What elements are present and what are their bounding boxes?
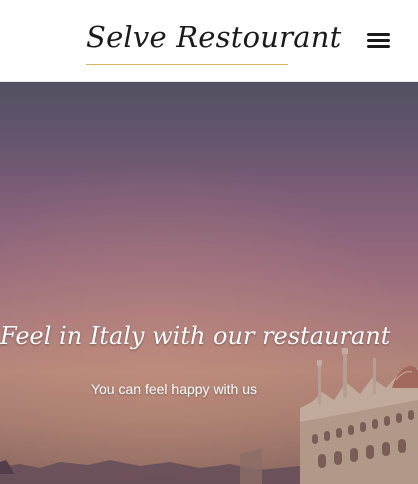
- logo-text: Selve Restourant: [86, 20, 342, 54]
- hero-title: Feel in Italy with our restaurant: [0, 322, 391, 350]
- menu-line: [367, 39, 390, 42]
- site-header: Selve Restourant: [0, 0, 418, 82]
- hero-section: Feel in Italy with our restaurant You ca…: [0, 82, 418, 484]
- site-logo[interactable]: Selve Restourant: [86, 14, 341, 65]
- hero-overlay: [0, 82, 418, 484]
- hero-subtitle: You can feel happy with us: [90, 381, 258, 397]
- menu-line: [367, 45, 390, 48]
- menu-line: [367, 33, 390, 36]
- hamburger-menu-icon[interactable]: [366, 30, 391, 50]
